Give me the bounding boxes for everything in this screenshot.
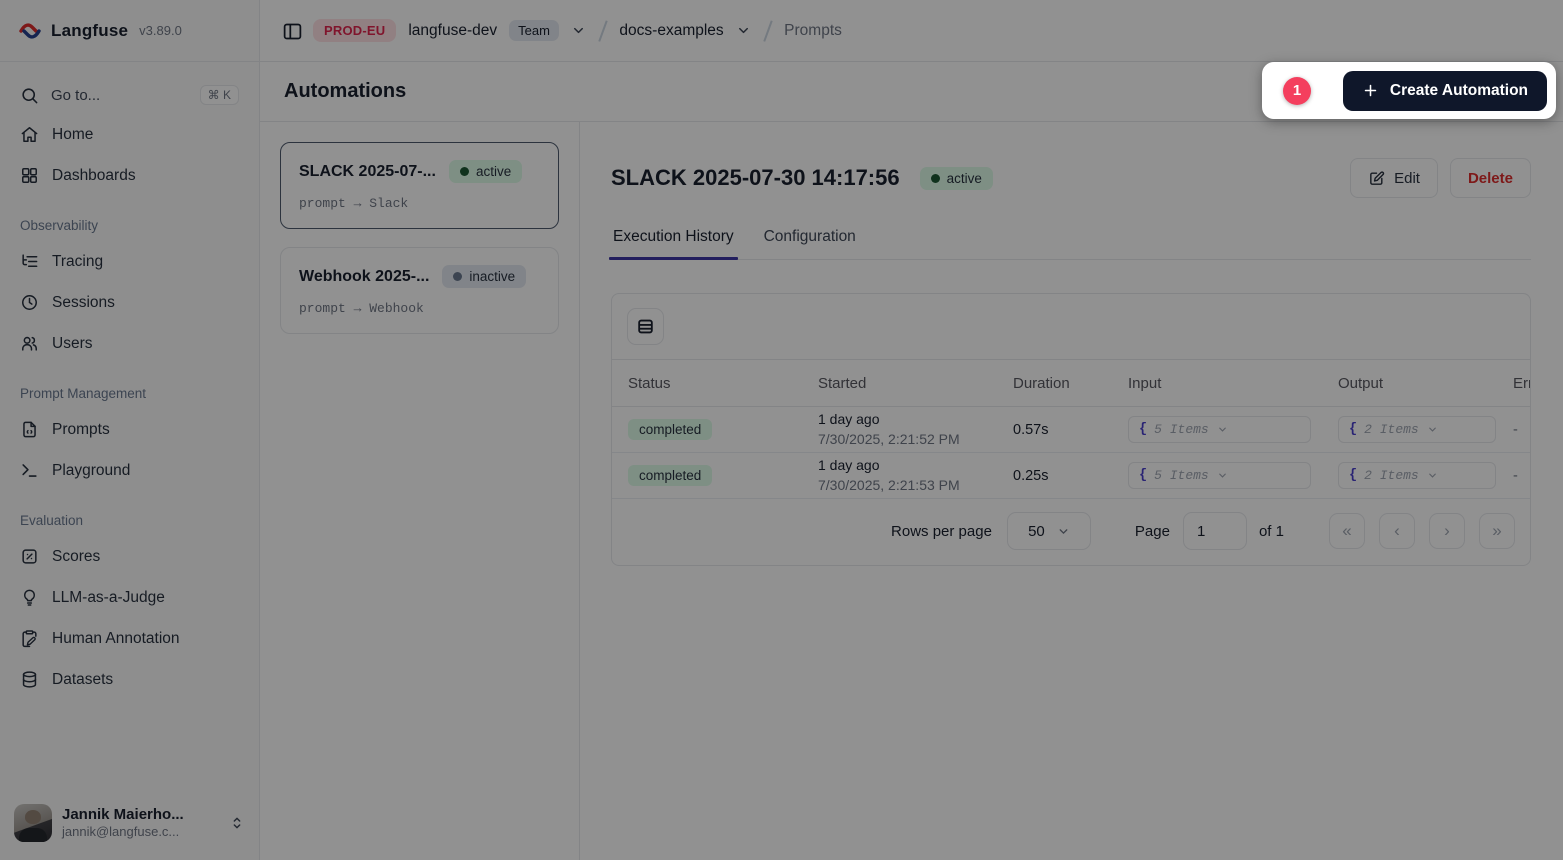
plus-icon <box>1362 82 1379 99</box>
create-automation-label: Create Automation <box>1390 82 1528 100</box>
annotation-step-badge: 1 <box>1283 77 1311 105</box>
create-automation-button[interactable]: Create Automation <box>1343 71 1547 111</box>
dim-overlay <box>0 0 1563 860</box>
annotation-spotlight: 1 Create Automation <box>1262 62 1556 119</box>
